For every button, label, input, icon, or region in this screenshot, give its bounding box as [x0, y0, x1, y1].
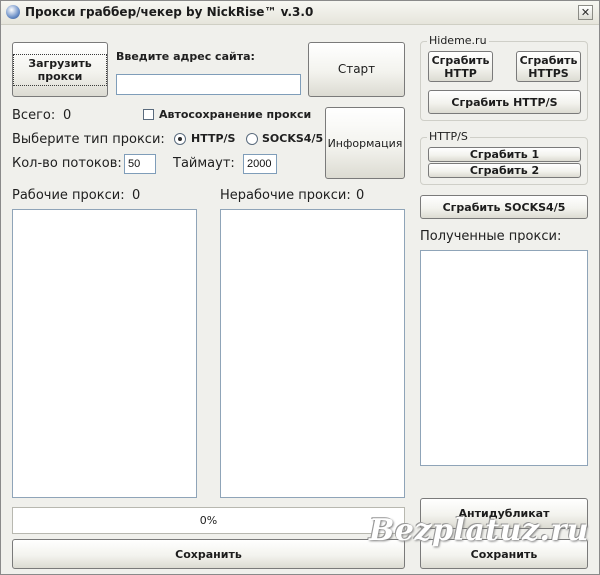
grab-https-button[interactable]: Сграбить HTTPS	[516, 51, 581, 82]
timeout-input[interactable]	[243, 154, 277, 174]
grab-http-button[interactable]: Сграбить HTTP	[428, 51, 493, 82]
working-count: 0	[132, 188, 141, 203]
load-proxies-button[interactable]: Загрузить прокси	[12, 42, 108, 97]
grab-https-slash-button[interactable]: Сграбить HTTP/S	[428, 90, 581, 114]
radio-https-label: HTTP/S	[191, 132, 236, 145]
working-label: Рабочие прокси:	[12, 188, 125, 203]
save-button-left[interactable]: Сохранить	[12, 539, 405, 569]
threads-label: Кол-во потоков:	[12, 156, 122, 171]
hideme-group-title: Hideme.ru	[427, 34, 489, 47]
address-input[interactable]	[116, 74, 301, 95]
window-title: Прокси граббер/чекер by NickRise™ v.3.0	[25, 5, 314, 19]
main-window: Прокси граббер/чекер by NickRise™ v.3.0 …	[0, 0, 600, 575]
radio-socks[interactable]	[246, 133, 258, 145]
total-value: 0	[63, 108, 72, 123]
autosave-label: Автосохранение прокси	[159, 108, 312, 121]
total-label: Всего:	[12, 108, 56, 123]
timeout-label: Таймаут:	[173, 156, 235, 171]
info-button[interactable]: Информация	[325, 107, 405, 179]
start-button[interactable]: Старт	[308, 42, 405, 97]
received-label: Полученные прокси:	[420, 229, 562, 244]
https-group-title: HTTP/S	[427, 130, 470, 143]
title-bar[interactable]: Прокси граббер/чекер by NickRise™ v.3.0 …	[1, 1, 599, 25]
threads-input[interactable]	[124, 154, 156, 174]
address-label: Введите адрес сайта:	[116, 50, 255, 63]
grab-2-button[interactable]: Сграбить 2	[428, 163, 581, 178]
grab-1-button[interactable]: Сграбить 1	[428, 147, 581, 162]
radio-https[interactable]	[174, 133, 186, 145]
proxy-type-label: Выберите тип прокси:	[12, 132, 165, 147]
app-icon	[6, 5, 20, 19]
received-proxies-list[interactable]	[420, 250, 588, 466]
broken-count: 0	[356, 188, 365, 203]
working-proxies-list[interactable]	[12, 209, 197, 498]
load-proxies-label: Загрузить прокси	[13, 53, 107, 86]
grab-socks-button[interactable]: Сграбить SOCKS4/5	[420, 195, 588, 219]
close-button[interactable]: ✕	[578, 5, 593, 20]
watermark-text: Bezplatuz.ru	[369, 513, 590, 548]
autosave-checkbox[interactable]	[143, 109, 154, 120]
broken-proxies-list[interactable]	[220, 209, 405, 498]
progress-bar: 0%	[12, 507, 405, 534]
radio-socks-label: SOCKS4/5	[262, 132, 324, 145]
progress-text: 0%	[199, 514, 218, 527]
broken-label: Нерабочие прокси:	[220, 188, 351, 203]
